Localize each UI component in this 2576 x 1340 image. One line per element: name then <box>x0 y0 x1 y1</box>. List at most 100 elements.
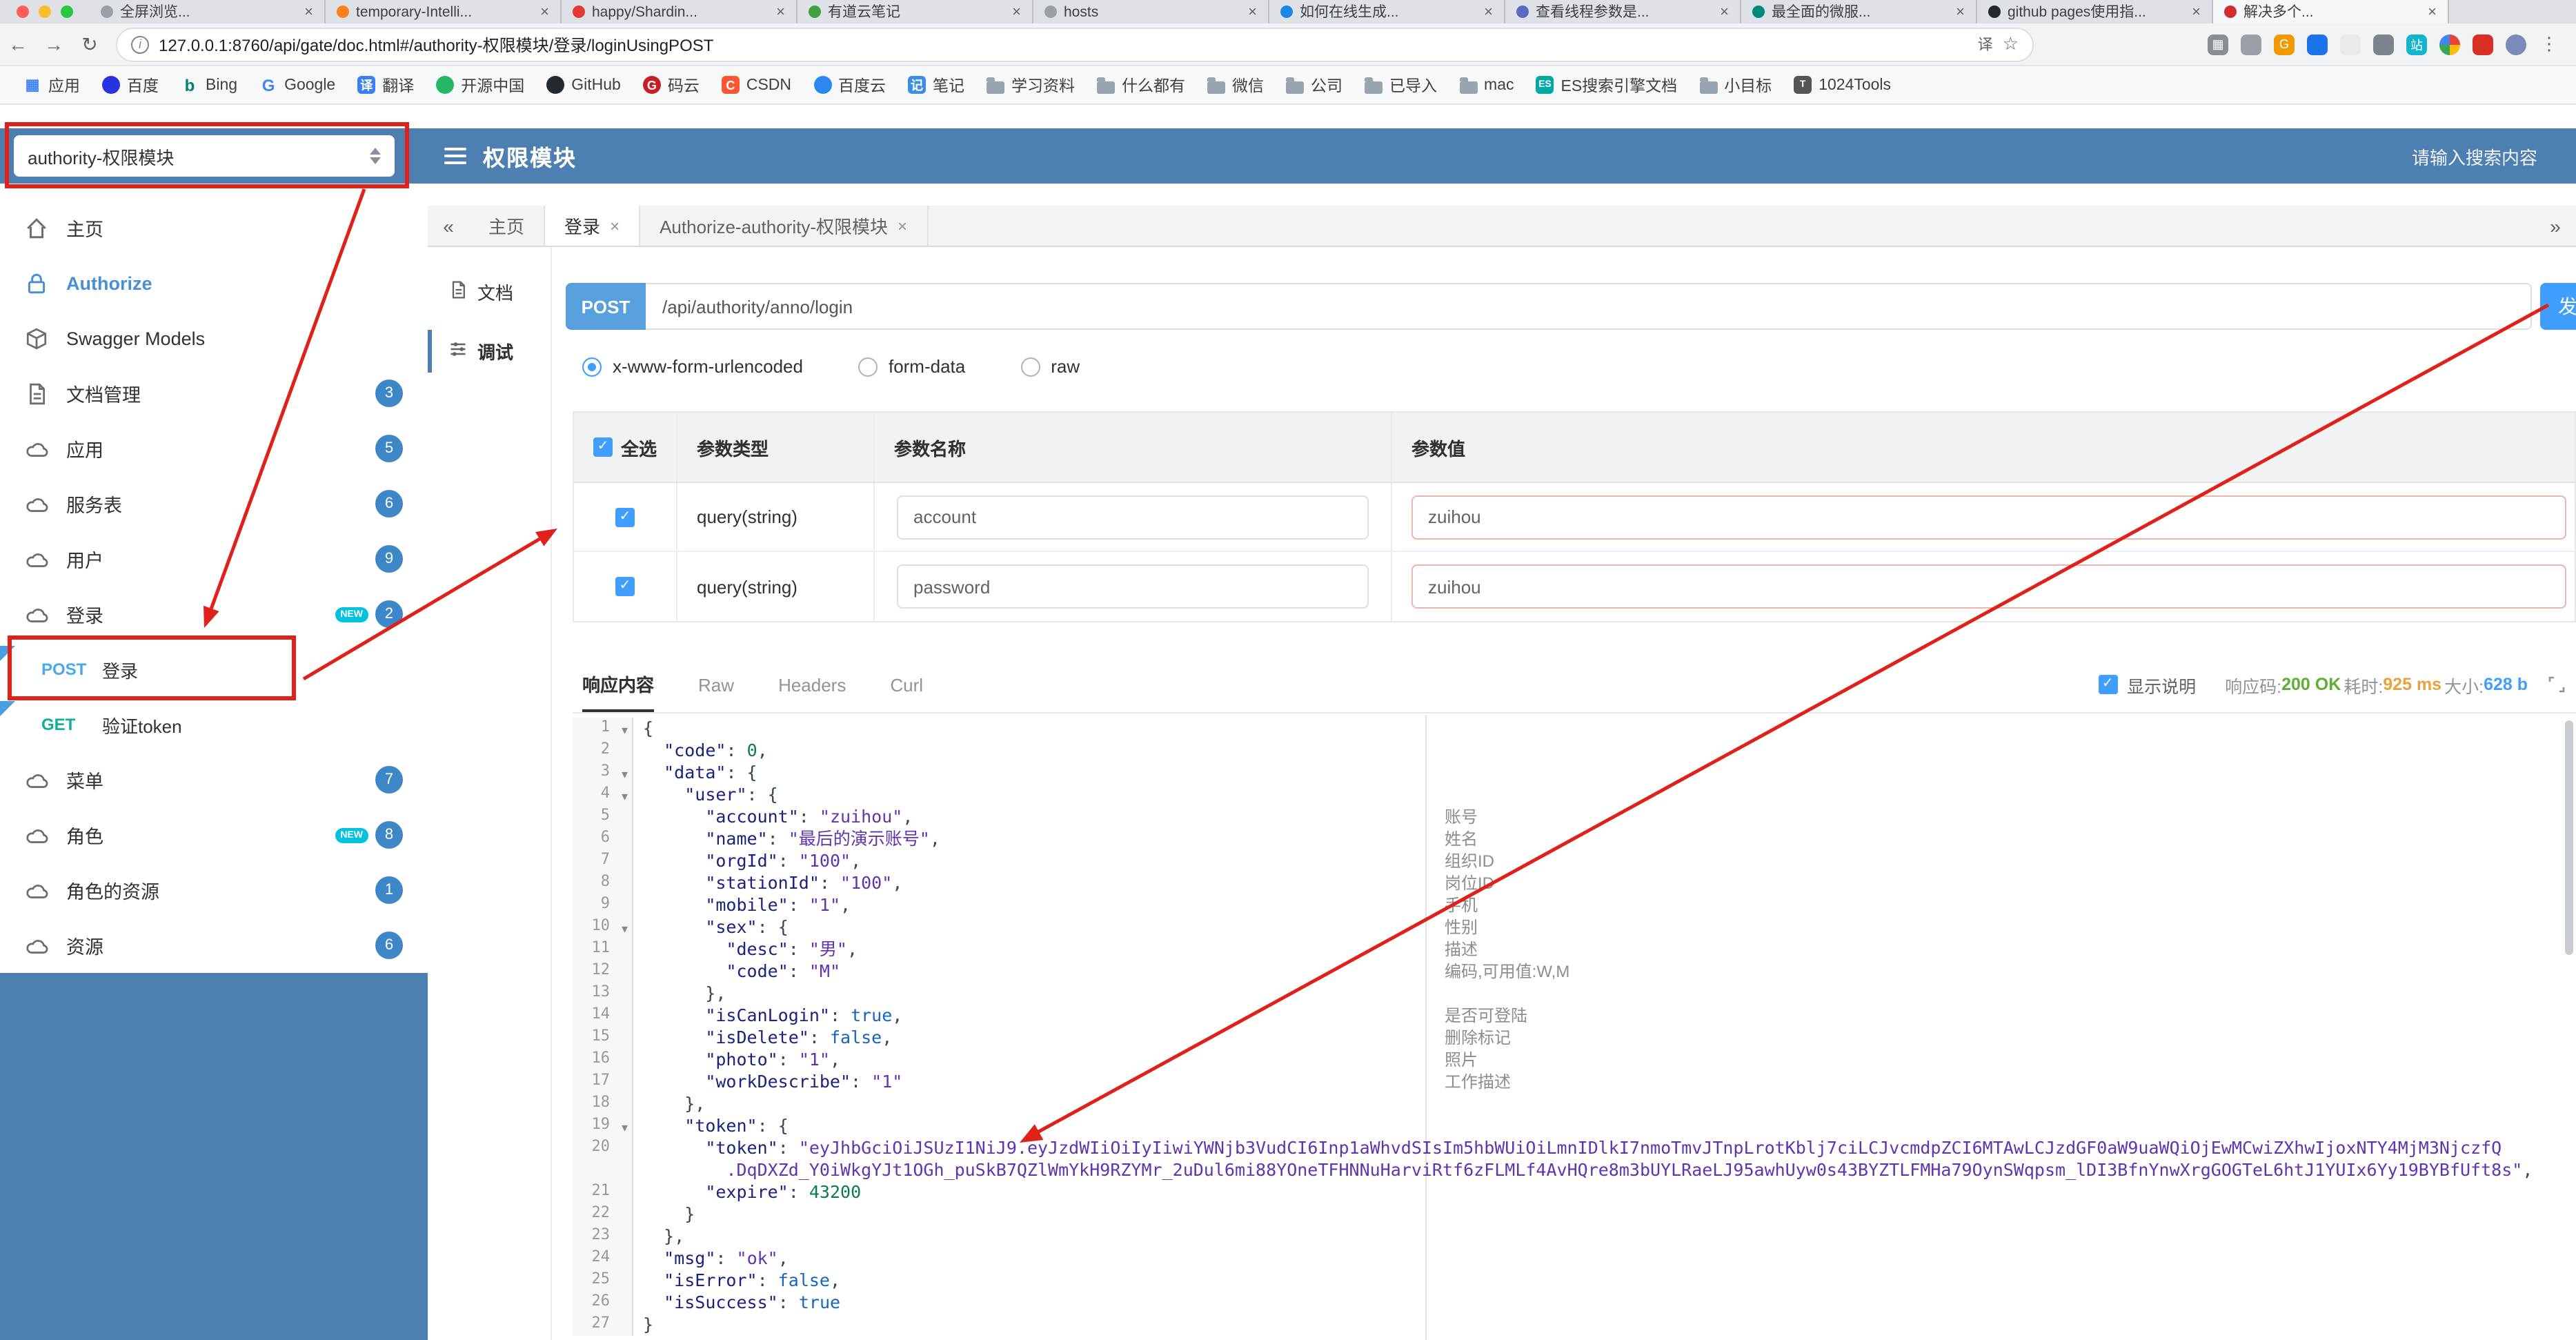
sidebar-item-Authorize[interactable]: Authorize <box>0 255 428 311</box>
sidebar-item-应用[interactable]: 应用 5 <box>0 421 428 476</box>
browser-tab[interactable]: temporary-Intelli... × <box>326 0 562 23</box>
bookmark-item[interactable]: 百度云 <box>804 70 895 100</box>
fold-caret-icon[interactable]: ▾ <box>622 918 628 940</box>
content-type-option[interactable]: raw <box>1020 356 1080 377</box>
ext-shield-icon[interactable] <box>2373 34 2394 55</box>
puzzle-icon[interactable] <box>2241 34 2261 55</box>
tab-close-icon[interactable]: × <box>1012 3 1021 20</box>
zoom-window-icon[interactable] <box>61 6 73 18</box>
bookmark-item[interactable]: C CSDN <box>712 72 801 98</box>
browser-tab[interactable]: github pages使用指... × <box>1977 0 2213 23</box>
bookmark-item[interactable]: 已导入 <box>1355 70 1447 100</box>
bookmark-item[interactable]: 记笔记 <box>898 70 974 100</box>
bookmark-item[interactable]: G Google <box>250 72 345 98</box>
forward-button[interactable]: → <box>36 33 72 55</box>
tab-close-icon[interactable]: × <box>2428 3 2437 20</box>
bookmark-item[interactable]: 什么都有 <box>1087 70 1195 100</box>
tab-close-icon[interactable]: × <box>1956 3 1965 20</box>
response-tab-Headers[interactable]: Headers <box>778 657 846 712</box>
tab-close-icon[interactable]: × <box>1720 3 1729 20</box>
workspace-tab[interactable]: Authorize-authority-权限模块 × <box>640 206 929 246</box>
bookmark-item[interactable]: 学习资料 <box>977 70 1084 100</box>
tab-close-icon[interactable]: × <box>2192 3 2201 20</box>
tab-close-icon[interactable]: × <box>776 3 785 20</box>
browser-tab[interactable]: happy/Shardin... × <box>562 0 797 23</box>
kebab-menu-icon[interactable]: ⋮ <box>2539 33 2559 55</box>
bookmark-item[interactable]: 开源中国 <box>426 70 534 100</box>
fold-caret-icon[interactable]: ▾ <box>622 1116 628 1139</box>
radio-icon[interactable] <box>582 357 602 376</box>
pinwheel-icon[interactable] <box>2439 34 2460 55</box>
doc-nav-文档[interactable]: 文档 <box>428 270 551 313</box>
sidebar-item-角色的资源[interactable]: 角色的资源 1 <box>0 863 428 918</box>
menu-toggle-icon[interactable] <box>444 148 466 164</box>
fold-caret-icon[interactable]: ▾ <box>622 719 628 741</box>
ext-red-icon[interactable] <box>2473 34 2493 55</box>
sidebar-item-角色[interactable]: 角色 NEW 8 <box>0 807 428 863</box>
bookmark-item[interactable]: ES ES搜索引擎文档 <box>1527 70 1687 100</box>
tab-close-icon[interactable]: × <box>1248 3 1257 20</box>
bookmark-item[interactable]: T 1024Tools <box>1784 72 1901 98</box>
param-value-input[interactable]: zuihou <box>1411 495 2566 539</box>
bookmark-item[interactable]: ▦ 应用 <box>14 70 90 100</box>
browser-tab[interactable]: 解决多个... × <box>2213 0 2449 23</box>
browser-tab[interactable]: 全屏浏览... × <box>90 0 326 23</box>
bookmark-item[interactable]: b Bing <box>171 72 247 98</box>
sidebar-item-Swagger Models[interactable]: Swagger Models <box>0 311 428 366</box>
response-scrollbar[interactable] <box>2565 720 2573 955</box>
workspace-tab[interactable]: 登录 × <box>544 206 641 246</box>
browser-tab[interactable]: hosts × <box>1033 0 1269 23</box>
header-search-input[interactable]: 请输入搜索内容 <box>2412 143 2537 169</box>
select-all-checkbox[interactable]: ✓ <box>593 437 613 457</box>
send-button[interactable]: 发 <box>2540 283 2576 330</box>
sidebar-item-登录[interactable]: 登录 NEW 2 <box>0 587 428 642</box>
sidebar-item-菜单[interactable]: 菜单 7 <box>0 752 428 807</box>
bookmark-item[interactable]: G 码云 <box>633 70 709 100</box>
page-info-icon[interactable]: i <box>131 35 149 53</box>
doc-nav-调试[interactable]: 调试 <box>428 330 551 373</box>
param-value-input[interactable]: zuihou <box>1411 564 2566 609</box>
sidebar-item-资源[interactable]: 资源 6 <box>0 918 428 973</box>
fold-caret-icon[interactable]: ▾ <box>622 763 628 785</box>
content-type-option[interactable]: x-www-form-urlencoded <box>582 356 803 377</box>
response-tab-响应内容[interactable]: 响应内容 <box>582 657 655 712</box>
bookmark-star-icon[interactable]: ☆ <box>2003 33 2019 55</box>
tab-close-icon[interactable]: × <box>304 3 313 20</box>
tab-close-icon[interactable]: × <box>898 216 907 235</box>
param-checkbox[interactable]: ✓ <box>615 577 635 596</box>
fold-caret-icon[interactable]: ▾ <box>622 785 628 807</box>
bookmark-item[interactable]: GitHub <box>537 72 631 98</box>
fullscreen-icon[interactable] <box>2548 676 2565 693</box>
ext-light-icon[interactable] <box>2340 34 2361 55</box>
module-select[interactable]: authority-权限模块 <box>14 135 395 177</box>
response-tab-Curl[interactable]: Curl <box>890 657 923 712</box>
back-button[interactable]: ← <box>0 33 36 55</box>
reload-button[interactable]: ↻ <box>72 32 108 56</box>
bookmark-item[interactable]: 微信 <box>1198 70 1274 100</box>
browser-tab[interactable]: 如何在线生成... × <box>1269 0 1505 23</box>
sidebar-api-get-验证token[interactable]: GET 验证token <box>0 697 428 752</box>
minimize-window-icon[interactable] <box>39 6 51 18</box>
response-tab-Raw[interactable]: Raw <box>698 657 734 712</box>
tabs-collapse-left-icon[interactable]: « <box>428 206 469 246</box>
bookmark-item[interactable]: 百度 <box>92 70 168 100</box>
sidebar-item-主页[interactable]: 主页 <box>0 200 428 255</box>
request-path-input[interactable]: /api/authority/anno/login <box>646 283 2532 330</box>
bookmark-item[interactable]: 译翻译 <box>348 70 424 100</box>
bookmark-item[interactable]: mac <box>1449 72 1523 97</box>
tabs-collapse-right-icon[interactable]: » <box>2535 206 2576 246</box>
bookmark-item[interactable]: 公司 <box>1276 70 1352 100</box>
close-window-icon[interactable] <box>17 6 29 18</box>
sidebar-item-文档管理[interactable]: 文档管理 3 <box>0 366 428 421</box>
ext-orange-icon[interactable]: G <box>2274 34 2295 55</box>
bookmark-item[interactable]: 小目标 <box>1690 70 1781 100</box>
grid-icon[interactable]: ▦ <box>2208 34 2228 55</box>
avatar-icon[interactable] <box>2506 34 2526 55</box>
browser-tab[interactable]: 最全面的微服... × <box>1741 0 1977 23</box>
browser-tab[interactable]: 有道云笔记 × <box>797 0 1033 23</box>
translate-icon[interactable]: 译 <box>1978 33 1993 55</box>
ext-blue-icon[interactable] <box>2307 34 2328 55</box>
browser-tab[interactable]: 查看线程参数是... × <box>1505 0 1741 23</box>
address-bar[interactable]: i 127.0.0.1:8760/api/gate/doc.html#/auth… <box>116 27 2034 61</box>
sidebar-item-用户[interactable]: 用户 9 <box>0 531 428 587</box>
